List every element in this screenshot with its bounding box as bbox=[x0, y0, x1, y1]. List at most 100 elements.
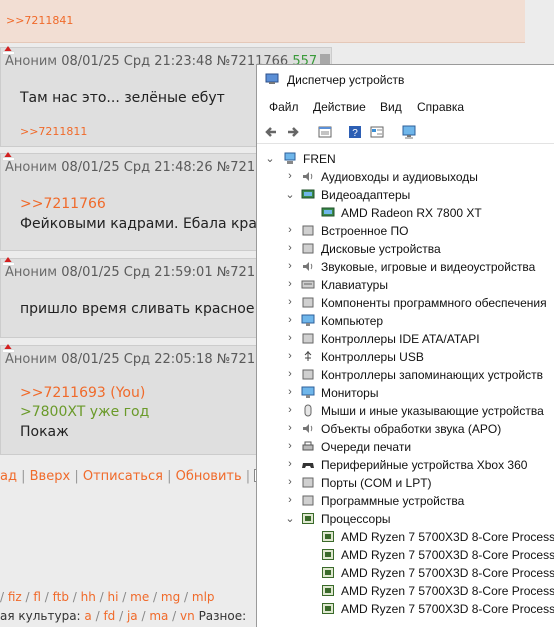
reply-link[interactable]: >>7211811 bbox=[20, 125, 87, 138]
tree-device[interactable]: AMD Ryzen 7 5700X3D 8-Core Processor bbox=[257, 546, 554, 564]
board-link[interactable]: fl bbox=[33, 590, 41, 604]
device-tree[interactable]: ⌄ FREN › Аудиовходы и аудиовыходы ⌄ Видеоад… bbox=[257, 145, 554, 627]
chevron-right-icon[interactable]: › bbox=[285, 404, 295, 416]
menu-action[interactable]: Действие bbox=[313, 100, 366, 114]
tree-category[interactable]: › Аудиовходы и аудиовыходы bbox=[257, 168, 554, 186]
tree-category[interactable]: › Программные устройства bbox=[257, 492, 554, 510]
nav-link[interactable]: ад bbox=[0, 469, 17, 484]
board-link[interactable]: me bbox=[130, 590, 149, 604]
chevron-right-icon[interactable]: › bbox=[285, 494, 295, 506]
back-arrow-icon[interactable] bbox=[263, 124, 279, 140]
properties-icon[interactable] bbox=[317, 124, 333, 140]
mouse-icon bbox=[304, 404, 312, 417]
tree-device[interactable]: AMD Radeon RX 7800 XT bbox=[257, 204, 554, 222]
help-icon[interactable]: ? bbox=[347, 124, 363, 140]
tree-category[interactable]: › Контроллеры USB bbox=[257, 348, 554, 366]
chevron-right-icon[interactable]: › bbox=[285, 170, 295, 182]
tree-category[interactable]: › Компьютер bbox=[257, 312, 554, 330]
tree-category[interactable]: › Звуковые, игровые и видеоустройства bbox=[257, 258, 554, 276]
tree-category[interactable]: › Объекты обработки звука (APO) bbox=[257, 420, 554, 438]
post-author: Аноним bbox=[5, 352, 58, 367]
processor-icon bbox=[322, 603, 334, 614]
chevron-right-icon[interactable]: › bbox=[285, 440, 295, 452]
software-device-icon bbox=[302, 495, 314, 506]
chevron-right-icon[interactable]: › bbox=[285, 260, 295, 272]
board-link[interactable]: hi bbox=[108, 590, 119, 604]
board-link[interactable]: fiz bbox=[8, 590, 22, 604]
chevron-down-icon[interactable]: ⌄ bbox=[265, 152, 275, 165]
tree-root[interactable]: ⌄ FREN bbox=[257, 150, 554, 168]
tree-category[interactable]: › Клавиатуры bbox=[257, 276, 554, 294]
chevron-down-icon[interactable]: ⌄ bbox=[285, 512, 295, 525]
chevron-right-icon[interactable]: › bbox=[285, 476, 295, 488]
chevron-down-icon[interactable]: ⌄ bbox=[285, 188, 295, 201]
board-link[interactable]: ja bbox=[127, 609, 138, 623]
chevron-right-icon[interactable]: › bbox=[285, 242, 295, 254]
board-link[interactable]: ftb bbox=[53, 590, 69, 604]
tree-device[interactable]: AMD Ryzen 7 5700X3D 8-Core Processor bbox=[257, 528, 554, 546]
chevron-right-icon[interactable]: › bbox=[285, 296, 295, 308]
board-link[interactable]: fd bbox=[103, 609, 115, 623]
board-link[interactable]: mg bbox=[161, 590, 180, 604]
reply-link[interactable]: >>7211766 bbox=[20, 196, 106, 212]
tree-device[interactable]: AMD Ryzen 7 5700X3D 8-Core Processor bbox=[257, 600, 554, 618]
tree-category[interactable]: › Контроллеры запоминающих устройств bbox=[257, 366, 554, 384]
board-link[interactable]: mlp bbox=[192, 590, 215, 604]
chevron-right-icon[interactable]: › bbox=[285, 422, 295, 434]
board-separator: / bbox=[115, 609, 127, 623]
board-link[interactable]: vn bbox=[180, 609, 195, 623]
tree-category[interactable]: › Периферийные устройства Xbox 360 bbox=[257, 456, 554, 474]
board-separator: / bbox=[149, 590, 161, 604]
menu-help[interactable]: Справка bbox=[417, 100, 464, 114]
santa-hat-icon bbox=[2, 342, 15, 353]
chevron-right-icon[interactable]: › bbox=[285, 458, 295, 470]
reply-link[interactable]: >>7211841 bbox=[6, 14, 73, 27]
tree-category[interactable]: › Встроенное ПО bbox=[257, 222, 554, 240]
nav-up-link[interactable]: Вверх bbox=[30, 469, 71, 484]
reply-link[interactable]: >>7211693 (You) bbox=[20, 385, 145, 401]
tree-category[interactable]: › Компоненты программного обеспечения bbox=[257, 294, 554, 312]
nav-unsubscribe-link[interactable]: Отписаться bbox=[83, 469, 163, 484]
tree-category[interactable]: › Мыши и иные указывающие устройства bbox=[257, 402, 554, 420]
tree-category[interactable]: › Контроллеры IDE ATA/ATAPI bbox=[257, 330, 554, 348]
forward-arrow-icon[interactable] bbox=[285, 124, 301, 140]
board-separator: / bbox=[180, 590, 192, 604]
display-adapter-icon bbox=[321, 207, 335, 217]
nav-refresh-link[interactable]: Обновить bbox=[176, 469, 242, 484]
chevron-right-icon[interactable]: › bbox=[285, 368, 295, 380]
santa-hat-icon bbox=[2, 255, 15, 266]
menu-bar: Файл Действие Вид Справка bbox=[257, 97, 554, 117]
scan-hardware-icon[interactable] bbox=[401, 124, 417, 140]
chevron-right-icon[interactable]: › bbox=[285, 278, 295, 290]
tree-item-label: Порты (COM и LPT) bbox=[321, 476, 432, 490]
thread-nav: ад | Вверх | Отписаться | Обновить | bbox=[0, 469, 268, 484]
title-bar[interactable]: Диспетчер устройств bbox=[257, 65, 554, 95]
menu-view[interactable]: Вид bbox=[380, 100, 402, 114]
post-date: 08/01/25 Срд 21:23:48 bbox=[61, 54, 213, 69]
tree-category[interactable]: ⌄ Процессоры bbox=[257, 510, 554, 528]
view-list-icon[interactable] bbox=[369, 124, 385, 140]
tree-device[interactable]: AMD Ryzen 7 5700X3D 8-Core Processor bbox=[257, 564, 554, 582]
board-link[interactable]: hh bbox=[81, 590, 96, 604]
post-text: Фейковыми кадрами. Ебала красн bbox=[20, 216, 274, 232]
tree-category[interactable]: › Дисковые устройства bbox=[257, 240, 554, 258]
board-link[interactable]: ma bbox=[149, 609, 168, 623]
tree-category[interactable]: › Мониторы bbox=[257, 384, 554, 402]
tree-device[interactable]: AMD Ryzen 7 5700X3D 8-Core Processor bbox=[257, 582, 554, 600]
board-link[interactable]: a bbox=[84, 609, 91, 623]
device-manager-window[interactable]: Диспетчер устройств Файл Действие Вид Сп… bbox=[256, 64, 554, 627]
computer-icon bbox=[284, 152, 296, 164]
menu-file[interactable]: Файл bbox=[269, 100, 299, 114]
tree-category[interactable]: › Порты (COM и LPT) bbox=[257, 474, 554, 492]
board-separator: / bbox=[168, 609, 181, 623]
chevron-right-icon[interactable]: › bbox=[285, 350, 295, 362]
tree-category[interactable]: › Очереди печати bbox=[257, 438, 554, 456]
chevron-right-icon[interactable]: › bbox=[285, 314, 295, 326]
board-separator: / bbox=[0, 590, 8, 604]
chevron-right-icon[interactable]: › bbox=[285, 386, 295, 398]
chevron-right-icon[interactable]: › bbox=[285, 332, 295, 344]
chevron-right-icon[interactable]: › bbox=[285, 224, 295, 236]
tree-item-label: Дисковые устройства bbox=[321, 242, 441, 256]
tree-category[interactable]: ⌄ Видеоадаптеры bbox=[257, 186, 554, 204]
processor-icon bbox=[302, 513, 314, 524]
